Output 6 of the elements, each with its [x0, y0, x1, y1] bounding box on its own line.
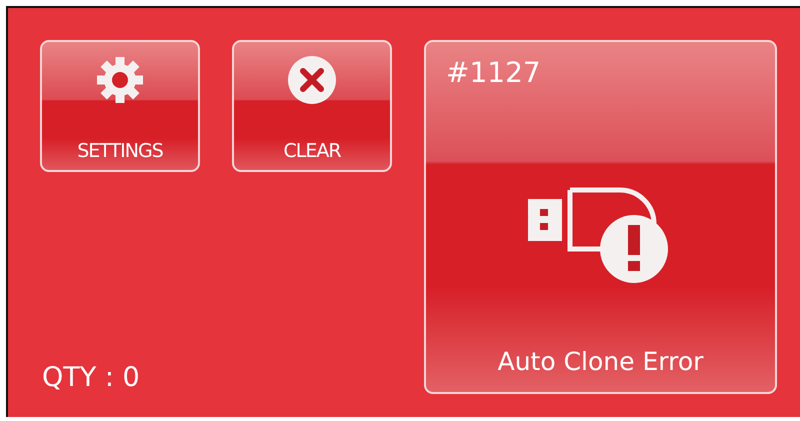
- gear-icon: [96, 56, 144, 104]
- close-icon: [288, 56, 336, 104]
- quantity-label: QTY : 0: [41, 362, 141, 393]
- status-tile[interactable]: #1127 Auto Clone Error: [424, 40, 777, 394]
- clear-button[interactable]: CLEAR: [232, 40, 392, 172]
- settings-button[interactable]: SETTINGS: [40, 40, 200, 172]
